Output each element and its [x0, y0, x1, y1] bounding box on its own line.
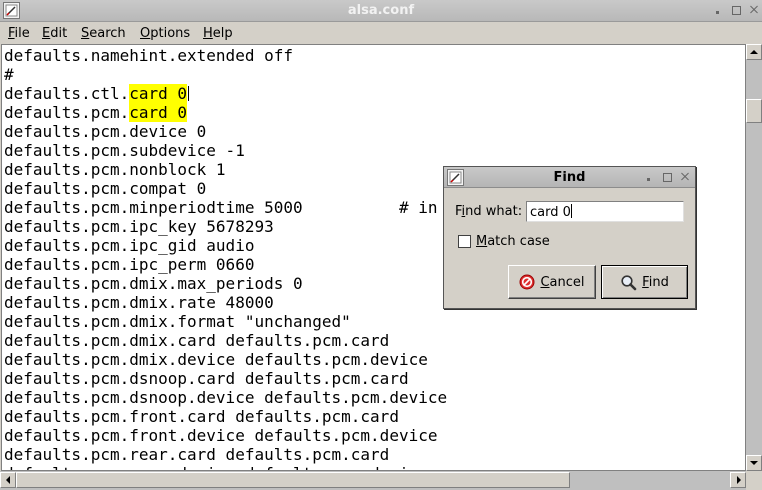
text-line: defaults.pcm.subdevice -1 [4, 141, 245, 160]
text-line: defaults.pcm.front.card defaults.pcm.car… [4, 407, 399, 426]
menu-help[interactable]: Help [203, 26, 233, 41]
text-line: defaults.pcm.card 0 [4, 103, 188, 122]
vertical-scroll-thumb[interactable] [746, 99, 762, 123]
search-match-highlight: card 0 [129, 103, 188, 122]
find-what-input[interactable]: card 0 [526, 201, 684, 222]
search-match-highlight: card 0 [129, 84, 188, 103]
text-caret [188, 86, 190, 101]
menu-bar: File Edit Search Options Help [0, 22, 762, 44]
text-line: defaults.namehint.extended off [4, 46, 293, 65]
close-icon[interactable] [680, 171, 689, 183]
find-dialog-titlebar[interactable]: Find [444, 167, 695, 188]
menu-options[interactable]: Options [140, 26, 190, 41]
text-line: defaults.pcm.dmix.format "unchanged" [4, 312, 351, 331]
text-caret [570, 204, 572, 218]
text-line: defaults.pcm.rear.device defaults.pcm.de… [4, 464, 447, 470]
minimize-icon[interactable] [713, 4, 722, 16]
text-line: defaults.pcm.ipc_key 5678293 [4, 217, 274, 236]
scroll-down-button[interactable] [746, 455, 762, 471]
text-line: # [4, 65, 14, 84]
maximize-icon[interactable] [731, 4, 741, 16]
text-line: defaults.pcm.dsnoop.card defaults.pcm.ca… [4, 369, 409, 388]
menu-edit[interactable]: Edit [42, 26, 67, 41]
magnifier-icon [621, 274, 637, 290]
menu-file[interactable]: File [8, 26, 30, 41]
close-icon[interactable] [749, 4, 758, 16]
match-case-checkbox[interactable] [458, 235, 471, 248]
text-line: defaults.pcm.ipc_perm 0660 [4, 255, 255, 274]
arrow-left-icon [6, 476, 10, 484]
scroll-up-button[interactable] [746, 44, 762, 60]
text-line: defaults.pcm.front.device defaults.pcm.d… [4, 426, 438, 445]
text-lines: defaults.namehint.extended off # defaults.… [4, 46, 448, 470]
text-line: defaults.pcm.dsnoop.device defaults.pcm.… [4, 388, 448, 407]
arrow-down-icon [750, 461, 758, 465]
text-line: defaults.pcm.ipc_gid audio [4, 236, 255, 255]
cancel-button-label: Cancel [540, 274, 585, 290]
text-line: defaults.pcm.minperiodtime 5000 # in [4, 198, 438, 217]
text-line: defaults.pcm.dmix.max_periods 0 [4, 274, 303, 293]
horizontal-scroll-thumb[interactable] [16, 472, 570, 488]
text-line: defaults.pcm.device 0 [4, 122, 207, 141]
menu-search[interactable]: Search [81, 26, 126, 41]
text-line: defaults.ctl.card 0 [4, 84, 190, 103]
window-title: alsa.conf [347, 3, 415, 18]
scroll-left-button[interactable] [0, 472, 16, 488]
horizontal-scrollbar[interactable] [0, 471, 746, 490]
find-button[interactable]: Find [601, 265, 688, 299]
arrow-up-icon [750, 50, 758, 54]
match-case-label[interactable]: Match case [476, 234, 550, 249]
text-line: defaults.pcm.compat 0 [4, 179, 207, 198]
vertical-scrollbar[interactable] [746, 44, 762, 471]
text-line: defaults.pcm.dmix.rate 48000 [4, 293, 274, 312]
minimize-icon[interactable] [644, 171, 653, 183]
scroll-right-button[interactable] [730, 472, 746, 488]
find-what-label: Find what: [455, 204, 523, 219]
text-line: defaults.pcm.dmix.device defaults.pcm.de… [4, 350, 428, 369]
find-button-label: Find [642, 274, 669, 290]
window-titlebar[interactable]: alsa.conf [0, 0, 762, 22]
maximize-icon[interactable] [662, 171, 672, 183]
find-dialog: Find Find what: card 0 Match case Cancel… [443, 166, 696, 309]
arrow-right-icon [737, 476, 741, 484]
cancel-button[interactable]: Cancel [508, 265, 596, 299]
text-line: defaults.pcm.rear.card defaults.pcm.card [4, 445, 390, 464]
scrollbar-corner [746, 471, 762, 490]
text-line: defaults.pcm.nonblock 1 [4, 160, 226, 179]
text-line: defaults.pcm.dmix.card defaults.pcm.card [4, 331, 390, 350]
no-entry-icon [519, 274, 535, 290]
